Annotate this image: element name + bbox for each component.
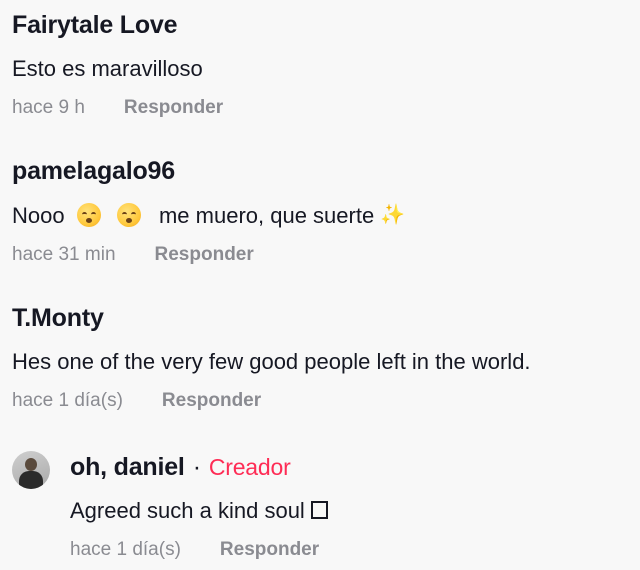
comment-timestamp: hace 31 min <box>12 244 116 265</box>
comment-text-end: me muero, que suerte <box>158 203 375 228</box>
comment-text: Hes one of the very few good people left… <box>12 349 531 374</box>
comment-meta: hace 31 min Responder <box>12 243 640 267</box>
separator-dot: · <box>192 453 201 481</box>
reply-button[interactable]: Responder <box>155 243 254 267</box>
creator-badge: Creador <box>208 454 291 480</box>
reply-button[interactable]: Responder <box>162 389 261 413</box>
user-avatar-icon[interactable] <box>12 451 50 489</box>
sparkles-emoji-icon: ✨ <box>380 204 406 226</box>
comment-meta: hace 9 h Responder <box>12 96 640 120</box>
comment-username[interactable]: T.Monty <box>12 303 640 333</box>
comment-item: Fairytale Love Esto es maravilloso hace … <box>12 10 640 120</box>
reply-button[interactable]: Responder <box>124 96 223 120</box>
missing-glyph-icon <box>310 501 328 519</box>
reply-meta: hace 1 día(s) Responder <box>70 538 640 562</box>
reply-timestamp: hace 1 día(s) <box>70 539 181 560</box>
comment-username[interactable]: pamelagalo96 <box>12 156 640 186</box>
reply-username[interactable]: oh, daniel <box>70 453 185 481</box>
comment-text: Nooo me muero, que suerte ✨ <box>12 200 640 231</box>
comment-meta: hace 1 día(s) Responder <box>12 389 640 413</box>
hushed-face-emoji-icon <box>76 203 101 227</box>
reply-text: Agreed such a kind soul <box>70 496 640 526</box>
comment-text-start: Nooo <box>12 203 65 228</box>
comment-timestamp: hace 1 día(s) <box>12 390 123 411</box>
comment-timestamp: hace 9 h <box>12 97 85 118</box>
reply-button[interactable]: Responder <box>220 538 319 562</box>
reply-item: oh, daniel · Creador Agreed such a kind so… <box>70 452 640 562</box>
reply-text-content: Agreed such a kind soul <box>70 498 305 523</box>
reply-username-row: oh, daniel · Creador <box>70 452 640 482</box>
comment-item: pamelagalo96 Nooo me muero, que suerte ✨… <box>12 156 640 267</box>
comment-text: Esto es maravilloso <box>12 56 203 81</box>
comment-item: T.Monty Hes one of the very few good peo… <box>12 303 640 413</box>
hushed-face-emoji-icon <box>116 203 141 227</box>
comment-username[interactable]: Fairytale Love <box>12 10 640 40</box>
